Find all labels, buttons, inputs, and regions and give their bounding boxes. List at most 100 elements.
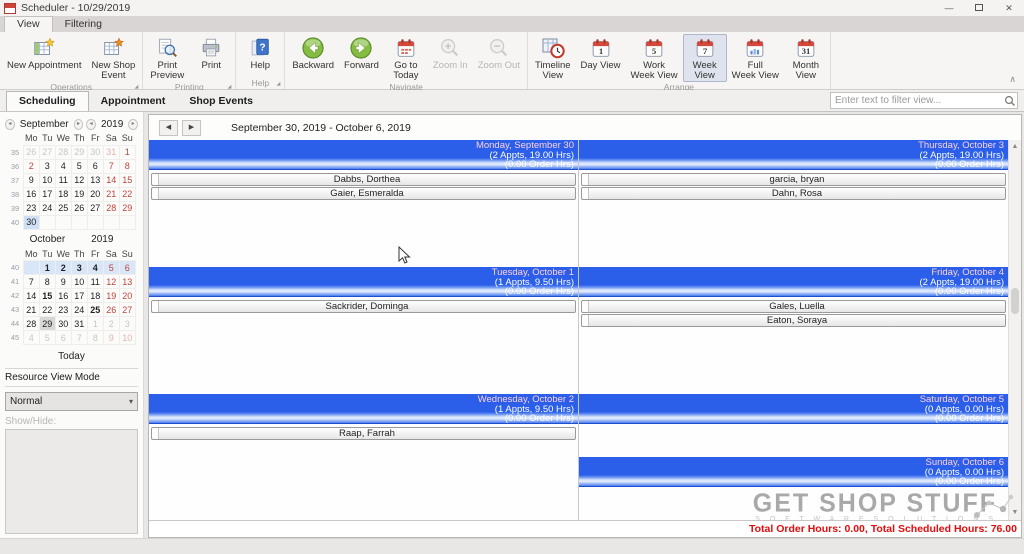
day-header[interactable]: Friday, October 4(2 Appts, 19.00 Hrs)(0.…	[579, 267, 1008, 297]
calendar-day[interactable]: 10	[119, 331, 135, 345]
resource-view-mode-select[interactable]: Normal ▾	[5, 392, 138, 411]
dialog-launcher-icon[interactable]: ◢	[276, 81, 280, 87]
calendar-day[interactable]: 19	[103, 289, 119, 303]
next-month-arrow-icon[interactable]: ▸	[74, 119, 84, 130]
calendar-day[interactable]: 25	[87, 303, 103, 317]
scrollbar-track[interactable]	[1009, 154, 1021, 506]
ribbon-button-print[interactable]: Print	[189, 34, 233, 72]
calendar-day[interactable]: 8	[39, 275, 55, 289]
day-header[interactable]: Saturday, October 5(0 Appts, 0.00 Hrs)(0…	[579, 394, 1008, 424]
calendar-day[interactable]: 26	[103, 303, 119, 317]
calendar-day[interactable]: 8	[119, 159, 135, 173]
ribbon-button-zoom-out[interactable]: Zoom Out	[473, 34, 525, 72]
calendar-day[interactable]: 24	[39, 201, 55, 215]
next-week-button[interactable]: ▶	[182, 120, 201, 136]
calendar-day[interactable]: 17	[71, 289, 87, 303]
calendar-day[interactable]: 21	[23, 303, 39, 317]
calendar-day[interactable]: 28	[55, 145, 71, 159]
scroll-up-icon[interactable]: ▲	[1012, 140, 1019, 154]
calendar-day[interactable]: 2	[23, 159, 39, 173]
calendar-day[interactable]: 26	[71, 201, 87, 215]
ribbon-button-backward[interactable]: Backward	[287, 34, 339, 72]
calendar-day[interactable]: 1	[87, 317, 103, 331]
calendar-day[interactable]: 13	[119, 275, 135, 289]
calendar-day[interactable]: 10	[71, 275, 87, 289]
calendar-day[interactable]: 15	[119, 173, 135, 187]
prev-year-arrow-icon[interactable]: ◂	[86, 119, 96, 130]
calendar-day[interactable]: 19	[71, 187, 87, 201]
calendar-day[interactable]: 17	[39, 187, 55, 201]
calendar-day[interactable]: 20	[87, 187, 103, 201]
calendar-day[interactable]: 9	[55, 275, 71, 289]
ribbon-button-go-to-today[interactable]: Go to Today	[384, 34, 428, 82]
calendar-day[interactable]: 28	[23, 317, 39, 331]
calendar-day[interactable]: 30	[87, 145, 103, 159]
day-body[interactable]: Dabbs, DortheaGaier, Esmeralda	[149, 170, 578, 267]
ribbon-button-day-view[interactable]: 1Day View	[576, 34, 626, 72]
ribbon-button-month-view[interactable]: 31Month View	[784, 34, 828, 82]
tab-appointment[interactable]: Appointment	[89, 92, 178, 111]
ribbon-button-work-week-view[interactable]: 5Work Week View	[625, 34, 682, 82]
tab-scheduling[interactable]: Scheduling	[6, 91, 89, 111]
calendar-day[interactable]: 5	[103, 261, 119, 275]
calendar-day[interactable]: 6	[87, 159, 103, 173]
calendar-day[interactable]: 7	[103, 159, 119, 173]
calendar-day[interactable]: 14	[23, 289, 39, 303]
search-icon[interactable]	[1003, 94, 1017, 108]
calendar-day[interactable]: 26	[23, 145, 39, 159]
appointment-bar[interactable]: Gales, Luella	[581, 300, 1006, 313]
day-body[interactable]: Sackrider, Dominga	[149, 297, 578, 394]
day-header[interactable]: Thursday, October 3(2 Appts, 19.00 Hrs)(…	[579, 140, 1008, 170]
calendar-day[interactable]: 10	[39, 173, 55, 187]
calendar-day[interactable]: 29	[119, 201, 135, 215]
ribbon-button-forward[interactable]: Forward	[339, 34, 384, 72]
calendar-day[interactable]: 16	[55, 289, 71, 303]
day-header[interactable]: Tuesday, October 1(1 Appts, 9.50 Hrs)(0.…	[149, 267, 578, 297]
calendar-day[interactable]: 27	[39, 145, 55, 159]
calendar-day[interactable]: 18	[87, 289, 103, 303]
tab-shop-events[interactable]: Shop Events	[177, 92, 265, 111]
day-body[interactable]: garcia, bryanDahn, Rosa	[579, 170, 1008, 267]
ribbon-tab-filtering[interactable]: Filtering	[53, 17, 114, 32]
calendar-day[interactable]: 11	[87, 275, 103, 289]
day-body[interactable]: Gales, LuellaEaton, Soraya	[579, 297, 1008, 394]
calendar-day[interactable]: 7	[71, 331, 87, 345]
calendar-day[interactable]: 30	[55, 317, 71, 331]
day-body[interactable]	[579, 424, 1008, 457]
calendar-day[interactable]: 3	[71, 261, 87, 275]
appointment-bar[interactable]: Eaton, Soraya	[581, 314, 1006, 327]
calendar-day[interactable]: 12	[103, 275, 119, 289]
ribbon-button-new-shop-event[interactable]: New Shop Event	[86, 34, 140, 82]
ribbon-button-help[interactable]: ?Help	[238, 34, 282, 72]
calendar-day[interactable]: 4	[55, 159, 71, 173]
calendar-day[interactable]: 22	[119, 187, 135, 201]
day-header[interactable]: Wednesday, October 2(1 Appts, 9.50 Hrs)(…	[149, 394, 578, 424]
calendar-day[interactable]: 22	[39, 303, 55, 317]
calendar-day[interactable]: 13	[87, 173, 103, 187]
calendar-day[interactable]: 6	[55, 331, 71, 345]
calendar-day[interactable]: 18	[55, 187, 71, 201]
calendar-day[interactable]: 1	[39, 261, 55, 275]
appointment-bar[interactable]: Dabbs, Dorthea	[151, 173, 576, 186]
calendar-day[interactable]: 2	[103, 317, 119, 331]
calendar-day[interactable]: 31	[103, 145, 119, 159]
scroll-down-icon[interactable]: ▼	[1012, 506, 1019, 520]
appointment-bar[interactable]: Sackrider, Dominga	[151, 300, 576, 313]
calendar-day[interactable]: 3	[119, 317, 135, 331]
collapse-ribbon-icon[interactable]: ∧	[1009, 74, 1016, 85]
calendar-day[interactable]: 29	[71, 145, 87, 159]
ribbon-button-timeline-view[interactable]: Timeline View	[530, 34, 576, 82]
day-body[interactable]: Raap, Farrah	[149, 424, 578, 520]
calendar-day[interactable]: 1	[119, 145, 135, 159]
scrollbar-thumb[interactable]	[1011, 288, 1019, 314]
ribbon-button-new-appointment[interactable]: New Appointment	[2, 34, 86, 72]
ribbon-button-zoom-in[interactable]: Zoom In	[428, 34, 473, 72]
ribbon-button-week-view[interactable]: 7Week View	[683, 34, 727, 82]
calendar-day[interactable]: 29	[39, 317, 55, 331]
appointment-bar[interactable]: garcia, bryan	[581, 173, 1006, 186]
day-header[interactable]: Sunday, October 6(0 Appts, 0.00 Hrs)(0.0…	[579, 457, 1008, 487]
calendar-day[interactable]: 28	[103, 201, 119, 215]
ribbon-button-print-preview[interactable]: Print Preview	[145, 34, 189, 82]
calendar-day[interactable]: 2	[55, 261, 71, 275]
calendar-day[interactable]: 3	[39, 159, 55, 173]
